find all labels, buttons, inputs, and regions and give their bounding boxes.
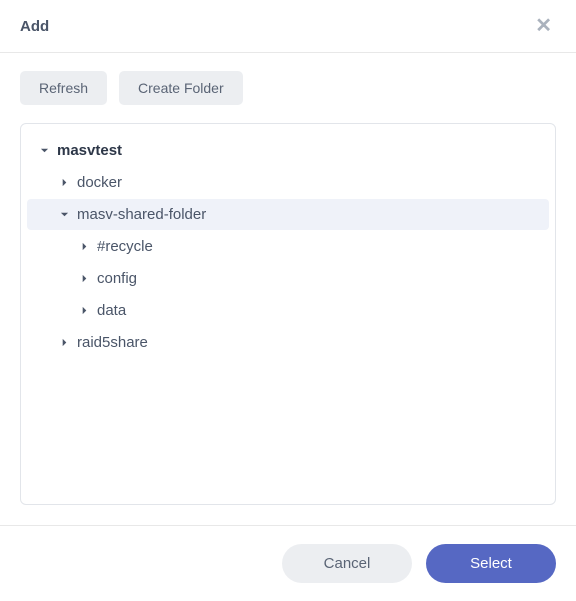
refresh-button[interactable]: Refresh [20,71,107,105]
dialog-title: Add [20,18,49,35]
chevron-down-icon[interactable] [57,210,71,219]
tree-node-label: config [97,270,137,287]
select-button[interactable]: Select [426,544,556,583]
chevron-right-icon[interactable] [57,338,71,347]
tree-node[interactable]: #recycle [27,231,549,262]
dialog-header: Add ✕ [0,0,576,53]
chevron-down-icon[interactable] [37,146,51,155]
tree-node-label: raid5share [77,334,148,351]
toolbar: Refresh Create Folder [20,71,556,105]
cancel-button[interactable]: Cancel [282,544,412,583]
create-folder-button[interactable]: Create Folder [119,71,243,105]
chevron-right-icon[interactable] [57,178,71,187]
tree-node[interactable]: masvtest [27,135,549,166]
tree-node[interactable]: docker [27,167,549,198]
tree-node-label: docker [77,174,122,191]
chevron-right-icon[interactable] [77,274,91,283]
dialog-content: Refresh Create Folder masvtestdockermasv… [0,53,576,525]
tree-node-label: data [97,302,126,319]
tree-node-label: masvtest [57,142,122,159]
folder-tree[interactable]: masvtest docker masv-shared-folder #recycle… [20,123,556,505]
tree-node[interactable]: data [27,295,549,326]
tree-node[interactable]: raid5share [27,327,549,358]
tree-node[interactable]: config [27,263,549,294]
dialog-footer: Cancel Select [0,525,576,601]
tree-node-label: #recycle [97,238,153,255]
tree-node-label: masv-shared-folder [77,206,206,223]
chevron-right-icon[interactable] [77,242,91,251]
tree-node[interactable]: masv-shared-folder [27,199,549,230]
chevron-right-icon[interactable] [77,306,91,315]
close-icon[interactable]: ✕ [531,14,556,38]
